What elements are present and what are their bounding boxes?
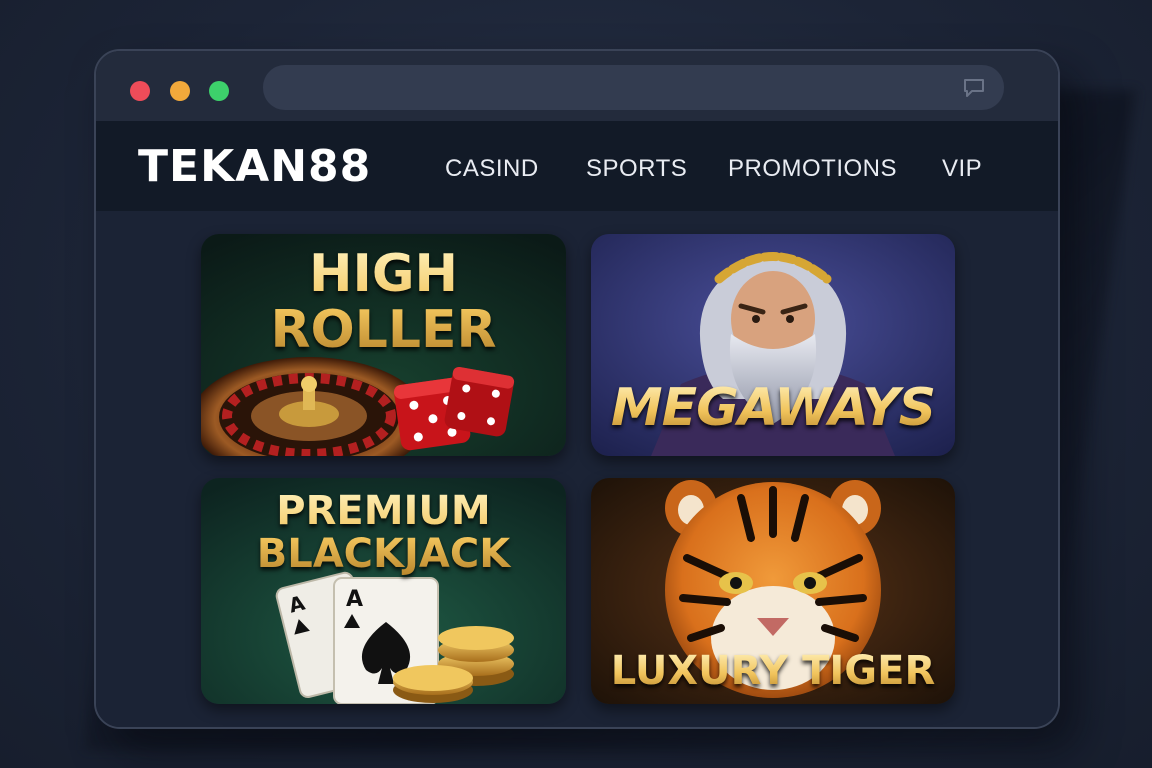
chat-bubble-icon[interactable] — [962, 78, 986, 98]
site-logo[interactable]: TEKAN88 — [138, 141, 371, 192]
nav-sports[interactable]: SPORTS — [586, 155, 687, 183]
browser-window: TEKAN88 CASIND SPORTS PROMOTIONS VIP HIG… — [94, 49, 1060, 729]
game-card-luxury-tiger[interactable]: LUXURY TIGER — [591, 478, 955, 704]
nav-casino[interactable]: CASIND — [445, 155, 539, 183]
address-bar[interactable] — [263, 65, 1004, 110]
browser-titlebar — [96, 51, 1058, 121]
site-navbar: TEKAN88 CASIND SPORTS PROMOTIONS VIP — [96, 121, 1058, 211]
luxury-tiger-title: LUXURY TIGER — [591, 649, 955, 693]
nav-vip[interactable]: VIP — [942, 155, 982, 183]
maximize-window-button[interactable] — [209, 81, 229, 101]
premium-blackjack-title-line1: PREMIUM — [276, 488, 491, 534]
nav-promotions[interactable]: PROMOTIONS — [728, 155, 897, 183]
high-roller-title-line1: HIGH — [308, 244, 459, 304]
premium-blackjack-title-line2: BLACKJACK — [256, 531, 511, 578]
game-card-premium-blackjack[interactable]: A A PREMIUM BLACKJACK — [201, 478, 566, 704]
svg-text:A: A — [346, 587, 363, 612]
premium-blackjack-title: PREMIUM BLACKJACK — [201, 490, 566, 576]
game-card-high-roller[interactable]: HIGH ROLLER — [201, 234, 566, 456]
minimize-window-button[interactable] — [170, 81, 190, 101]
game-card-megaways[interactable]: MEGAWAYS — [591, 234, 955, 456]
megaways-title: MEGAWAYS — [591, 380, 955, 436]
game-grid: HIGH ROLLER MEGAWAYS A A PREMIUM BLACKJA… — [96, 211, 1058, 727]
high-roller-title: HIGH ROLLER — [201, 246, 566, 358]
close-window-button[interactable] — [130, 81, 150, 101]
high-roller-title-line2: ROLLER — [270, 300, 497, 361]
